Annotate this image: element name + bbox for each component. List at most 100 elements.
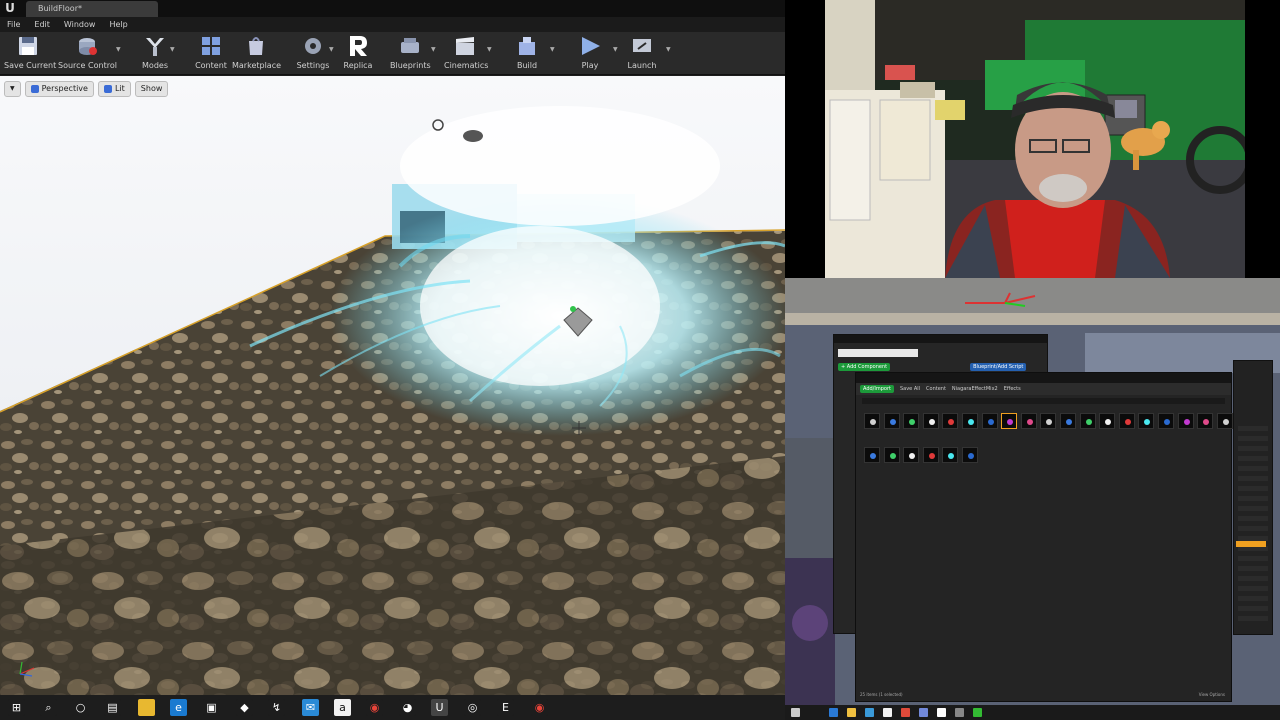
cortana-icon[interactable]: ○ <box>72 699 89 716</box>
source-control-button[interactable]: Source Control <box>58 34 117 73</box>
edge-icon[interactable] <box>829 708 838 717</box>
niagara-crumb[interactable]: NiagaraEffectMix2 <box>952 386 998 392</box>
windows-start-icon[interactable] <box>791 708 800 717</box>
epic-icon[interactable]: E <box>497 699 514 716</box>
sky-sphere-icon[interactable] <box>463 130 483 142</box>
chevron-down-icon[interactable]: ▼ <box>329 46 334 53</box>
asset-thumbnail[interactable] <box>883 447 900 463</box>
mail-icon[interactable] <box>865 708 874 717</box>
asset-thumbnail[interactable] <box>942 447 959 463</box>
asset-thumbnail[interactable] <box>922 447 939 463</box>
chevron-down-icon[interactable]: ▼ <box>613 46 618 53</box>
asset-thumbnail[interactable] <box>1177 413 1194 429</box>
store-icon[interactable]: ▣ <box>203 699 220 716</box>
modes-button[interactable]: Modes <box>138 34 172 73</box>
lit-button[interactable]: Lit <box>97 81 131 97</box>
title-bar: U BuildFloor* <box>0 0 785 17</box>
settings-button[interactable]: Settings <box>296 34 330 73</box>
asset-thumbnail[interactable] <box>1099 413 1116 429</box>
main-toolbar: Save Current Source Control ▼ Modes ▼ Co… <box>0 32 785 75</box>
chevron-down-icon[interactable]: ▼ <box>170 46 175 53</box>
asset-thumbnail[interactable] <box>981 413 998 429</box>
launch-button[interactable]: Launch <box>624 34 660 73</box>
level-tab[interactable]: BuildFloor* <box>26 1 158 17</box>
dropbox-icon[interactable]: ◆ <box>236 699 253 716</box>
asset-preview <box>968 453 974 459</box>
mail-icon[interactable]: ✉ <box>302 699 319 716</box>
menu-file[interactable]: File <box>7 17 20 32</box>
unreal-icon[interactable]: U <box>431 699 448 716</box>
menu-help[interactable]: Help <box>109 17 127 32</box>
asset-preview <box>909 453 916 459</box>
asset-thumbnail[interactable] <box>1060 413 1076 429</box>
windows-start-icon[interactable]: ⊞ <box>8 699 25 716</box>
viewport-options-button[interactable]: ▼ <box>4 81 21 97</box>
chevron-down-icon[interactable]: ▼ <box>666 46 671 53</box>
unreal-editor-window: U BuildFloor* File Edit Window Help Save… <box>0 0 785 695</box>
asset-thumbnail[interactable] <box>864 413 880 429</box>
discord-icon[interactable]: ◕ <box>399 699 416 716</box>
asset-thumbnail[interactable] <box>1001 413 1018 429</box>
search-icon[interactable]: ⌕ <box>40 699 57 716</box>
save-current-button[interactable]: Save Current <box>4 34 56 73</box>
content-button[interactable]: Content <box>193 34 229 73</box>
chevron-down-icon[interactable]: ▼ <box>116 46 121 53</box>
chevron-down-icon[interactable]: ▼ <box>431 46 436 53</box>
menu-window[interactable]: Window <box>64 17 96 32</box>
asset-thumbnail[interactable] <box>922 413 939 429</box>
menu-edit[interactable]: Edit <box>34 17 50 32</box>
view-options-button[interactable]: View Options <box>1199 692 1225 697</box>
blueprints-button[interactable]: Blueprints <box>390 34 431 73</box>
asset-thumbnail[interactable] <box>1020 413 1037 429</box>
cinematics-button[interactable]: Cinematics <box>444 34 488 73</box>
perspective-button[interactable]: Perspective <box>24 81 94 97</box>
task-view-icon[interactable]: ▤ <box>104 699 121 716</box>
play-button[interactable]: Play <box>574 34 606 73</box>
sourcetree-icon[interactable]: ↯ <box>268 699 285 716</box>
discord-icon[interactable] <box>919 708 928 717</box>
perspective-icon <box>30 85 39 93</box>
level-viewport[interactable]: ▼ Perspective Lit Show <box>0 76 785 695</box>
asset-thumbnail[interactable] <box>883 413 900 429</box>
unreal-icon[interactable] <box>937 708 946 717</box>
asset-thumbnail[interactable] <box>903 413 920 429</box>
edge-icon[interactable]: e <box>170 699 187 716</box>
chrome-icon[interactable] <box>901 708 910 717</box>
asset-thumbnail[interactable] <box>1138 413 1155 429</box>
marketplace-button[interactable]: Marketplace <box>232 34 281 73</box>
chevron-down-icon[interactable]: ▼ <box>487 46 492 53</box>
asset-thumbnail[interactable] <box>1216 413 1233 429</box>
save-all-button[interactable]: Save All <box>900 386 920 392</box>
show-button[interactable]: Show <box>134 81 169 97</box>
asset-thumbnail[interactable] <box>942 413 959 429</box>
build-button[interactable]: Build <box>512 34 542 73</box>
asset-thumbnail[interactable] <box>1197 413 1214 429</box>
chrome-icon[interactable]: ◉ <box>366 699 383 716</box>
effects-crumb[interactable]: Effects <box>1004 386 1021 392</box>
file-explorer-icon[interactable] <box>847 708 856 717</box>
chrome-alt-icon[interactable]: ◉ <box>531 699 548 716</box>
amazon-icon[interactable] <box>883 708 892 717</box>
unity-icon[interactable] <box>955 708 964 717</box>
chrome-alt-icon[interactable] <box>973 708 982 717</box>
asset-thumbnail[interactable] <box>1040 413 1057 429</box>
add-import-button[interactable]: Add/Import <box>860 385 894 393</box>
amazon-icon[interactable]: a <box>334 699 351 716</box>
asset-thumbnail[interactable] <box>864 447 880 463</box>
replica-button[interactable]: Replica <box>340 34 376 73</box>
asset-thumbnail[interactable] <box>1079 413 1096 429</box>
chevron-down-icon[interactable]: ▼ <box>550 46 555 53</box>
unity-icon[interactable]: ◎ <box>464 699 481 716</box>
content-crumb[interactable]: Content <box>926 386 946 392</box>
asset-thumbnail[interactable] <box>962 447 978 463</box>
asset-preview <box>1085 419 1092 425</box>
asset-search-input[interactable] <box>862 398 1225 404</box>
add-component-button[interactable]: + Add Component <box>838 363 891 371</box>
search-input[interactable] <box>838 349 918 357</box>
blueprint-add-script-button[interactable]: Blueprint/Add Script <box>970 363 1027 371</box>
file-explorer-icon[interactable] <box>138 699 155 716</box>
asset-thumbnail[interactable] <box>1118 413 1135 429</box>
asset-thumbnail[interactable] <box>903 447 920 463</box>
asset-thumbnail[interactable] <box>962 413 978 429</box>
asset-thumbnail[interactable] <box>1158 413 1174 429</box>
